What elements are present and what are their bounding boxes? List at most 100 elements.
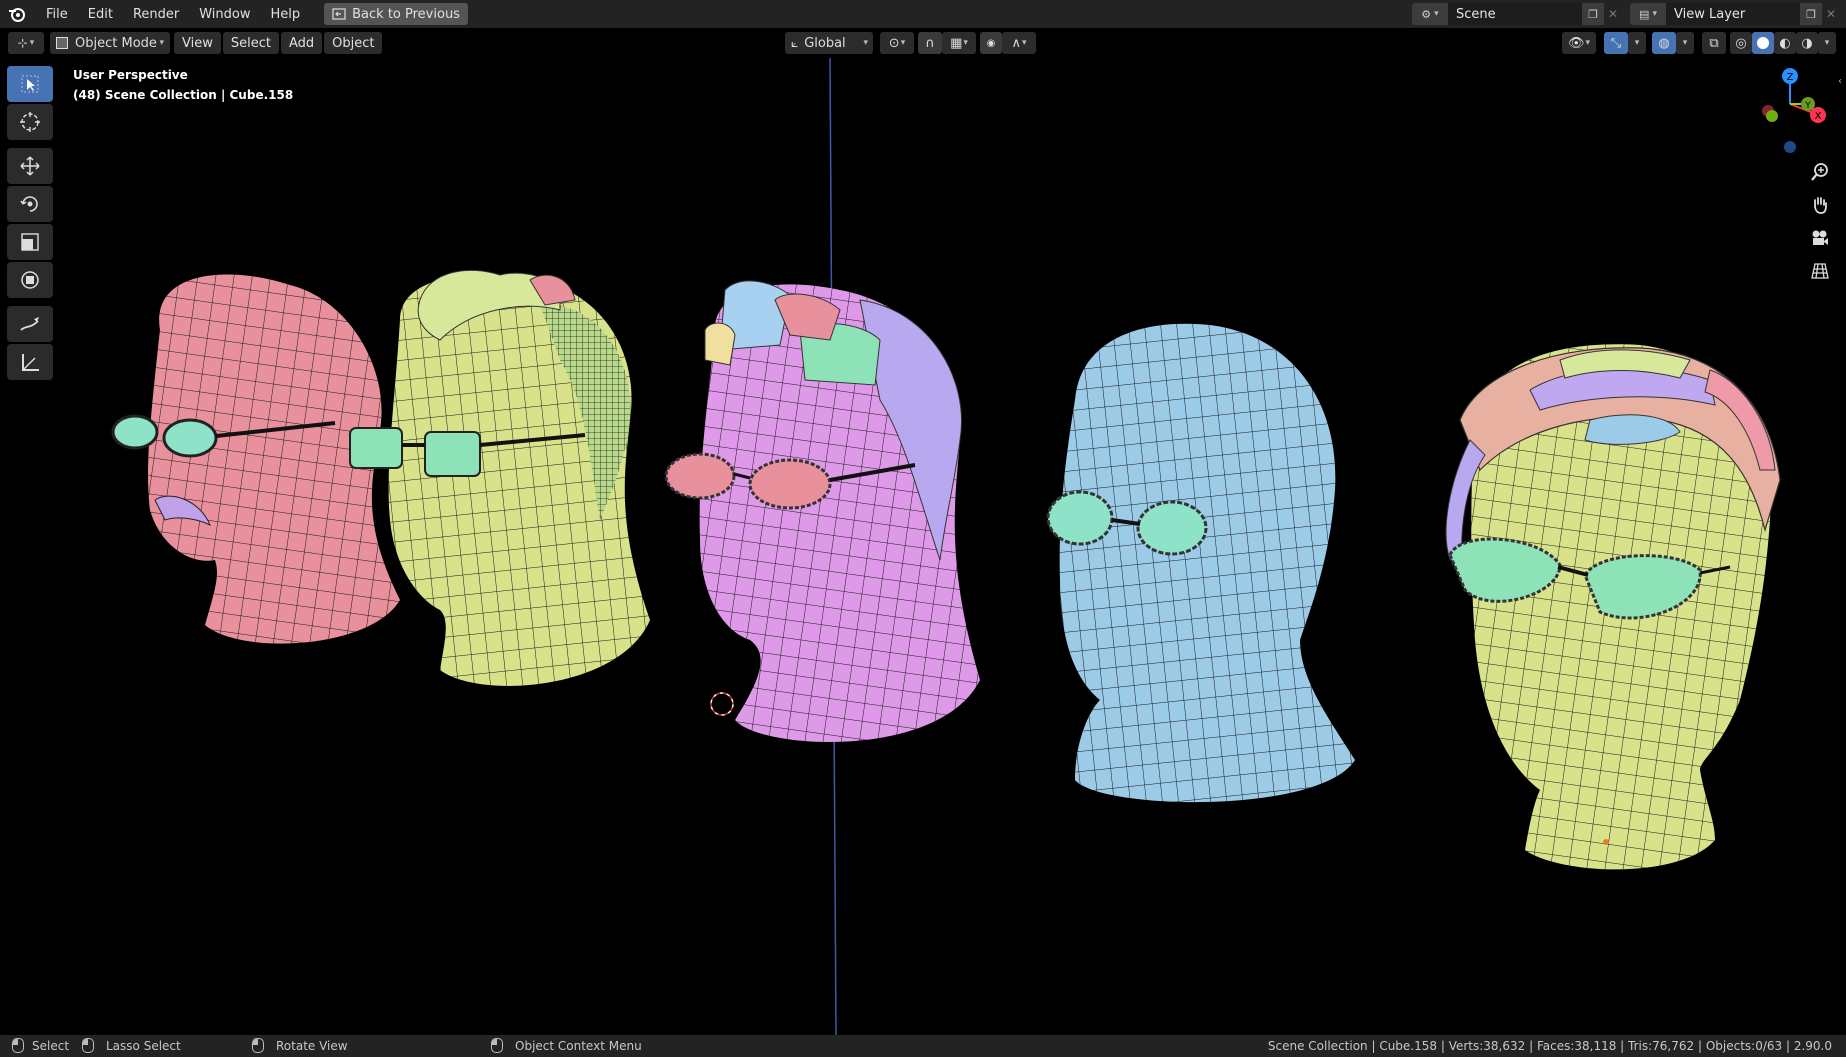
scene-browse-button[interactable]: ⚙ ▾ [1412, 3, 1448, 25]
overlays-icon: ◍ [1658, 35, 1670, 51]
gizmo-z-label: Z [1787, 72, 1794, 83]
copy-icon: ❐ [1588, 7, 1598, 21]
ruler-icon [22, 354, 39, 371]
back-to-previous-button[interactable]: Back to Previous [324, 3, 468, 25]
view-layer-remove-button[interactable]: ✕ [1822, 3, 1840, 25]
tool-annotate[interactable] [7, 306, 53, 342]
snap-target-dropdown[interactable]: ▦ ▾ [942, 32, 976, 54]
scene-selector: ⚙ ▾ Scene ❐ ✕ [1412, 3, 1622, 25]
rotate-icon [20, 196, 38, 212]
falloff-curve-icon: ∧ [1011, 35, 1021, 51]
rendered-sphere-icon: ◑ [1801, 35, 1813, 51]
gizmo-dropdown[interactable]: ▾ [1628, 32, 1646, 54]
transform-icon [21, 271, 39, 289]
tool-measure[interactable] [7, 344, 53, 380]
proportional-falloff-dropdown[interactable]: ∧ ▾ [1002, 32, 1036, 54]
scene-unlink-button[interactable]: ✕ [1604, 3, 1622, 25]
shading-dropdown[interactable]: ▾ [1818, 32, 1836, 54]
xray-icon: ⧉ [1709, 35, 1719, 51]
proportional-edit-icon: ◉ [986, 37, 996, 49]
hand-icon [1814, 197, 1827, 214]
tool-select-box[interactable] [7, 66, 53, 102]
pan-button[interactable] [1805, 190, 1835, 220]
left-mouse-icon [12, 1038, 24, 1053]
status-rotate-label: Rotate View [276, 1038, 348, 1053]
zoom-button[interactable] [1805, 157, 1835, 187]
shading-wireframe-button[interactable]: ◎ [1730, 32, 1752, 54]
snap-toggle[interactable]: ∩ [918, 32, 942, 54]
head-blue [1046, 323, 1355, 803]
tool-transform[interactable] [7, 262, 53, 298]
gizmo-y-label: Y [1804, 101, 1811, 111]
tool-rotate[interactable] [7, 186, 53, 222]
menu-file[interactable]: File [36, 3, 78, 26]
gizmo-toggle[interactable]: ⤡ [1604, 32, 1628, 54]
viewport-collection-label: (48) Scene Collection | Cube.158 [73, 88, 294, 102]
scene-icon: ⚙ [1421, 7, 1432, 21]
status-select-label: Select [32, 1038, 70, 1053]
mode-label: Object Mode [75, 35, 157, 51]
tool-shelf [7, 66, 53, 382]
copy-icon: ❐ [1806, 7, 1816, 21]
back-button-label: Back to Previous [352, 6, 460, 22]
editor-type-button[interactable]: ⊹ ▾ [8, 32, 44, 54]
viewport-menu-object[interactable]: Object [324, 32, 383, 54]
camera-view-button[interactable] [1805, 223, 1835, 253]
head-magenta [664, 280, 980, 743]
top-menu-bar: File Edit Render Window Help Back to Pre… [0, 0, 1846, 28]
solid-sphere-icon [1757, 37, 1769, 49]
view-layer-selector: ▤ ▾ View Layer ❐ ✕ [1630, 3, 1840, 25]
orientation-label: Global [804, 35, 846, 51]
scene-name-field[interactable]: Scene [1448, 3, 1582, 25]
gizmo-icon: ⤡ [1610, 35, 1622, 51]
overlays-toggle[interactable]: ◍ [1652, 32, 1676, 54]
pencil-icon [20, 317, 39, 331]
transform-orientation-dropdown[interactable]: ⟀ Global ▾ [785, 32, 873, 54]
tool-cursor[interactable] [7, 104, 53, 140]
view-layer-browse-button[interactable]: ▤ ▾ [1630, 3, 1666, 25]
viewport-menu-select[interactable]: Select [222, 32, 279, 54]
view-layer-new-button[interactable]: ❐ [1800, 3, 1822, 25]
pivot-point-dropdown[interactable]: ⊙ ▾ [880, 32, 914, 54]
object-mode-icon [56, 37, 68, 49]
mode-dropdown[interactable]: Object Mode ▾ [50, 32, 170, 54]
proportional-edit-toggle[interactable]: ◉ [980, 32, 1002, 54]
menu-window[interactable]: Window [189, 3, 260, 26]
sidebar-toggle-arrow[interactable]: ‹ [1838, 76, 1842, 87]
perspective-toggle-button[interactable] [1805, 256, 1835, 286]
scene-statistics: Scene Collection | Cube.158 | Verts:38,6… [1267, 1039, 1832, 1053]
zoom-magnifier-icon [1811, 163, 1828, 181]
viewport-perspective-label: User Perspective [73, 68, 188, 82]
gizmo-neg-z[interactable] [1783, 140, 1797, 154]
head-yellow [349, 269, 650, 686]
viewport-scene[interactable] [0, 0, 1846, 1057]
viewport-menu-view[interactable]: View [174, 32, 221, 54]
status-bar: Select Lasso Select Rotate View Object C… [0, 1035, 1846, 1057]
visibility-dropdown[interactable]: 👁 ▾ [1562, 32, 1596, 54]
right-mouse-icon [491, 1038, 503, 1053]
viewport-header: ⊹ ▾ Object Mode ▾ View Select Add Object … [0, 28, 1846, 58]
status-rotate-hint: Rotate View [252, 1038, 348, 1053]
wireframe-sphere-icon: ◎ [1735, 35, 1747, 51]
tool-scale[interactable] [7, 224, 53, 260]
menu-help[interactable]: Help [261, 3, 311, 26]
overlays-dropdown[interactable]: ▾ [1676, 32, 1694, 54]
menu-render[interactable]: Render [123, 3, 189, 26]
shading-solid-button[interactable] [1752, 32, 1774, 54]
shading-rendered-button[interactable]: ◑ [1796, 32, 1818, 54]
navigation-gizmo[interactable]: Z Y X [1750, 64, 1830, 144]
tool-move[interactable] [7, 148, 53, 184]
head-pink [111, 274, 400, 644]
viewport-menu-add[interactable]: Add [280, 32, 323, 54]
scene-new-button[interactable]: ❐ [1582, 3, 1604, 25]
editor-type-icon: ⊹ [17, 36, 28, 50]
menu-edit[interactable]: Edit [78, 3, 123, 26]
blender-logo-icon[interactable] [6, 3, 28, 25]
camera-icon [1812, 230, 1828, 245]
gizmo-x-label: X [1815, 111, 1822, 122]
status-context-hint: Object Context Menu [491, 1038, 642, 1053]
xray-toggle[interactable]: ⧉ [1702, 32, 1726, 54]
orientation-icon: ⟀ [791, 35, 799, 50]
view-layer-name-field[interactable]: View Layer [1666, 3, 1800, 25]
shading-material-button[interactable]: ◐ [1774, 32, 1796, 54]
